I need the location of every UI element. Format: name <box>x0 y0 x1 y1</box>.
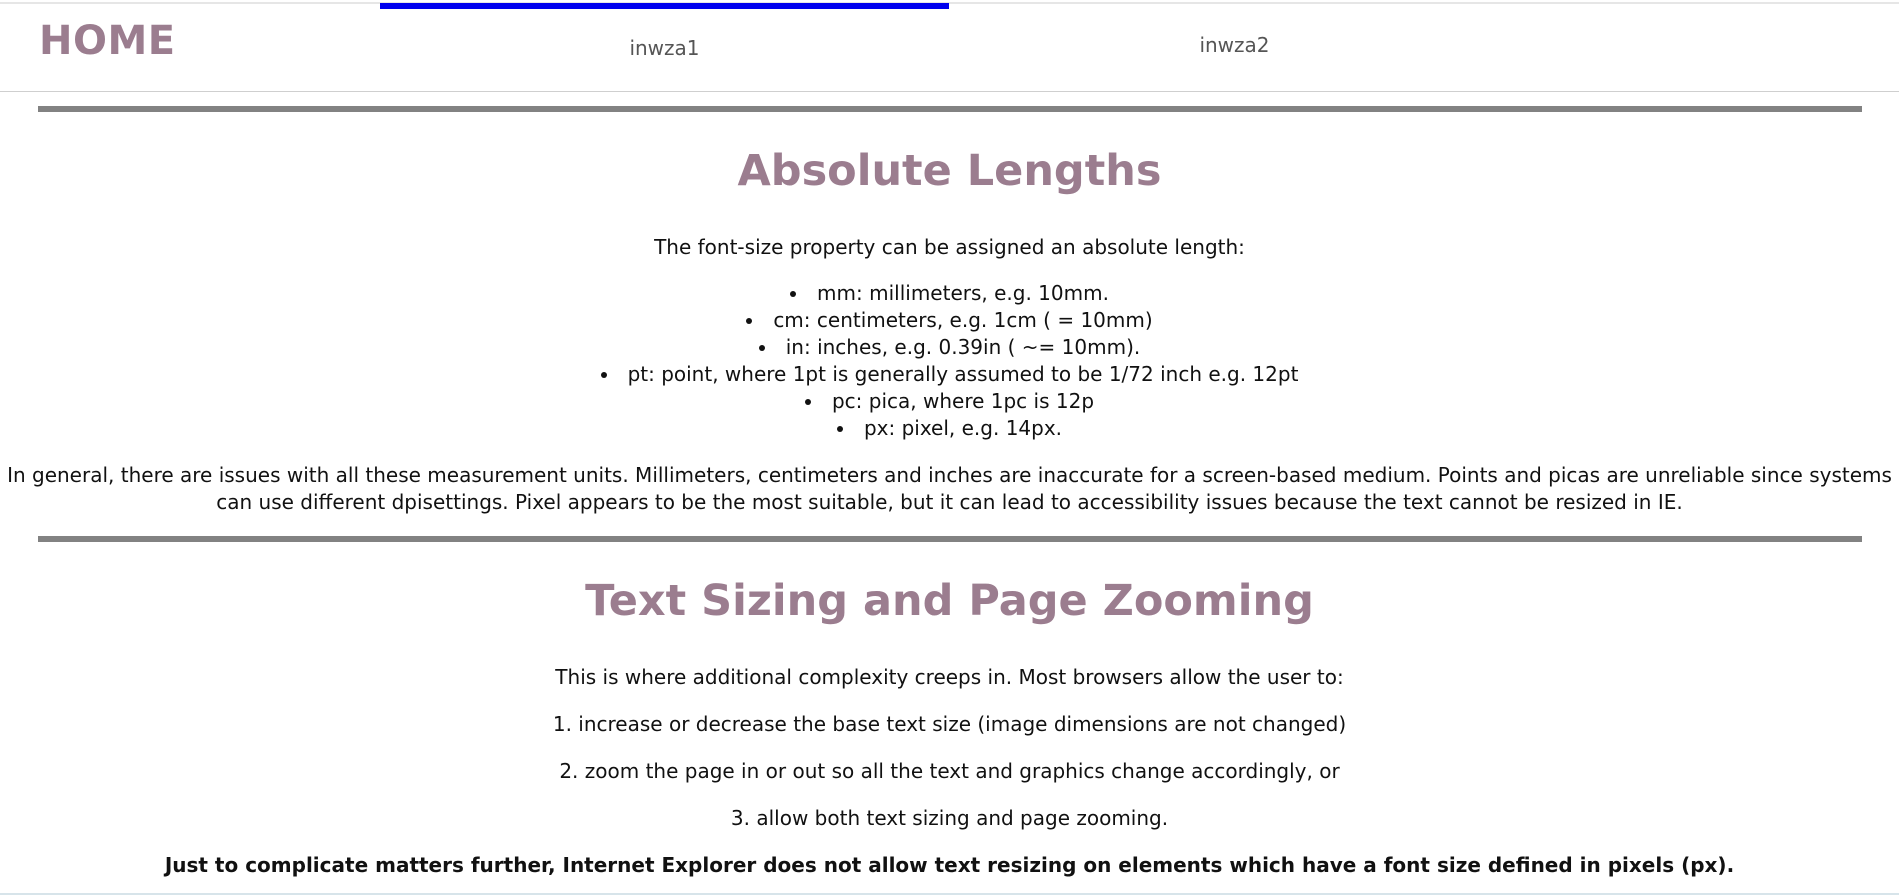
active-tab-indicator <box>380 3 949 9</box>
section-header: Text Sizing and Page Zooming <box>0 576 1899 626</box>
list-item: pc: pica, where 1pc is 12p <box>0 388 1899 415</box>
list-item: px: pixel, e.g. 14px. <box>0 415 1899 442</box>
section-intro: The font-size property can be assigned a… <box>654 235 1245 259</box>
section-divider <box>38 536 1862 542</box>
tab-label: inwza1 <box>629 36 700 60</box>
navigation-bar: HOME inwza1 inwza2 <box>0 0 1899 92</box>
step-item: 3. allow both text sizing and page zoomi… <box>730 806 1169 830</box>
page: HOME inwza1 inwza2 Absolute Lengths The … <box>0 0 1899 896</box>
step-item: 1. increase or decrease the base text si… <box>552 712 1347 736</box>
list-item: in: inches, e.g. 0.39in ( ~= 10mm). <box>0 334 1899 361</box>
step-item: 2. zoom the page in or out so all the te… <box>559 759 1340 783</box>
section-header: Absolute Lengths <box>0 146 1899 196</box>
section-divider <box>38 106 1862 112</box>
section-intro: This is where additional complexity cree… <box>555 665 1344 689</box>
tab-label: inwza2 <box>1199 33 1270 57</box>
tab-inwza2[interactable]: inwza2 <box>950 0 1519 91</box>
list-item: pt: point, where 1pt is generally assume… <box>0 361 1899 388</box>
section-note: Just to complicate matters further, Inte… <box>164 853 1735 877</box>
tab-inwza1[interactable]: inwza1 <box>380 0 949 91</box>
list-item: mm: millimeters, e.g. 10mm. <box>0 280 1899 307</box>
units-list: mm: millimeters, e.g. 10mm. cm: centimet… <box>0 280 1899 442</box>
section-paragraph: In general, there are issues with all th… <box>7 463 1892 514</box>
section-title: Text Sizing and Page Zooming <box>585 576 1314 626</box>
bottom-border <box>0 893 1899 895</box>
section-title: Absolute Lengths <box>737 146 1162 196</box>
home-link[interactable]: HOME <box>39 18 176 64</box>
list-item: cm: centimeters, e.g. 1cm ( = 10mm) <box>0 307 1899 334</box>
